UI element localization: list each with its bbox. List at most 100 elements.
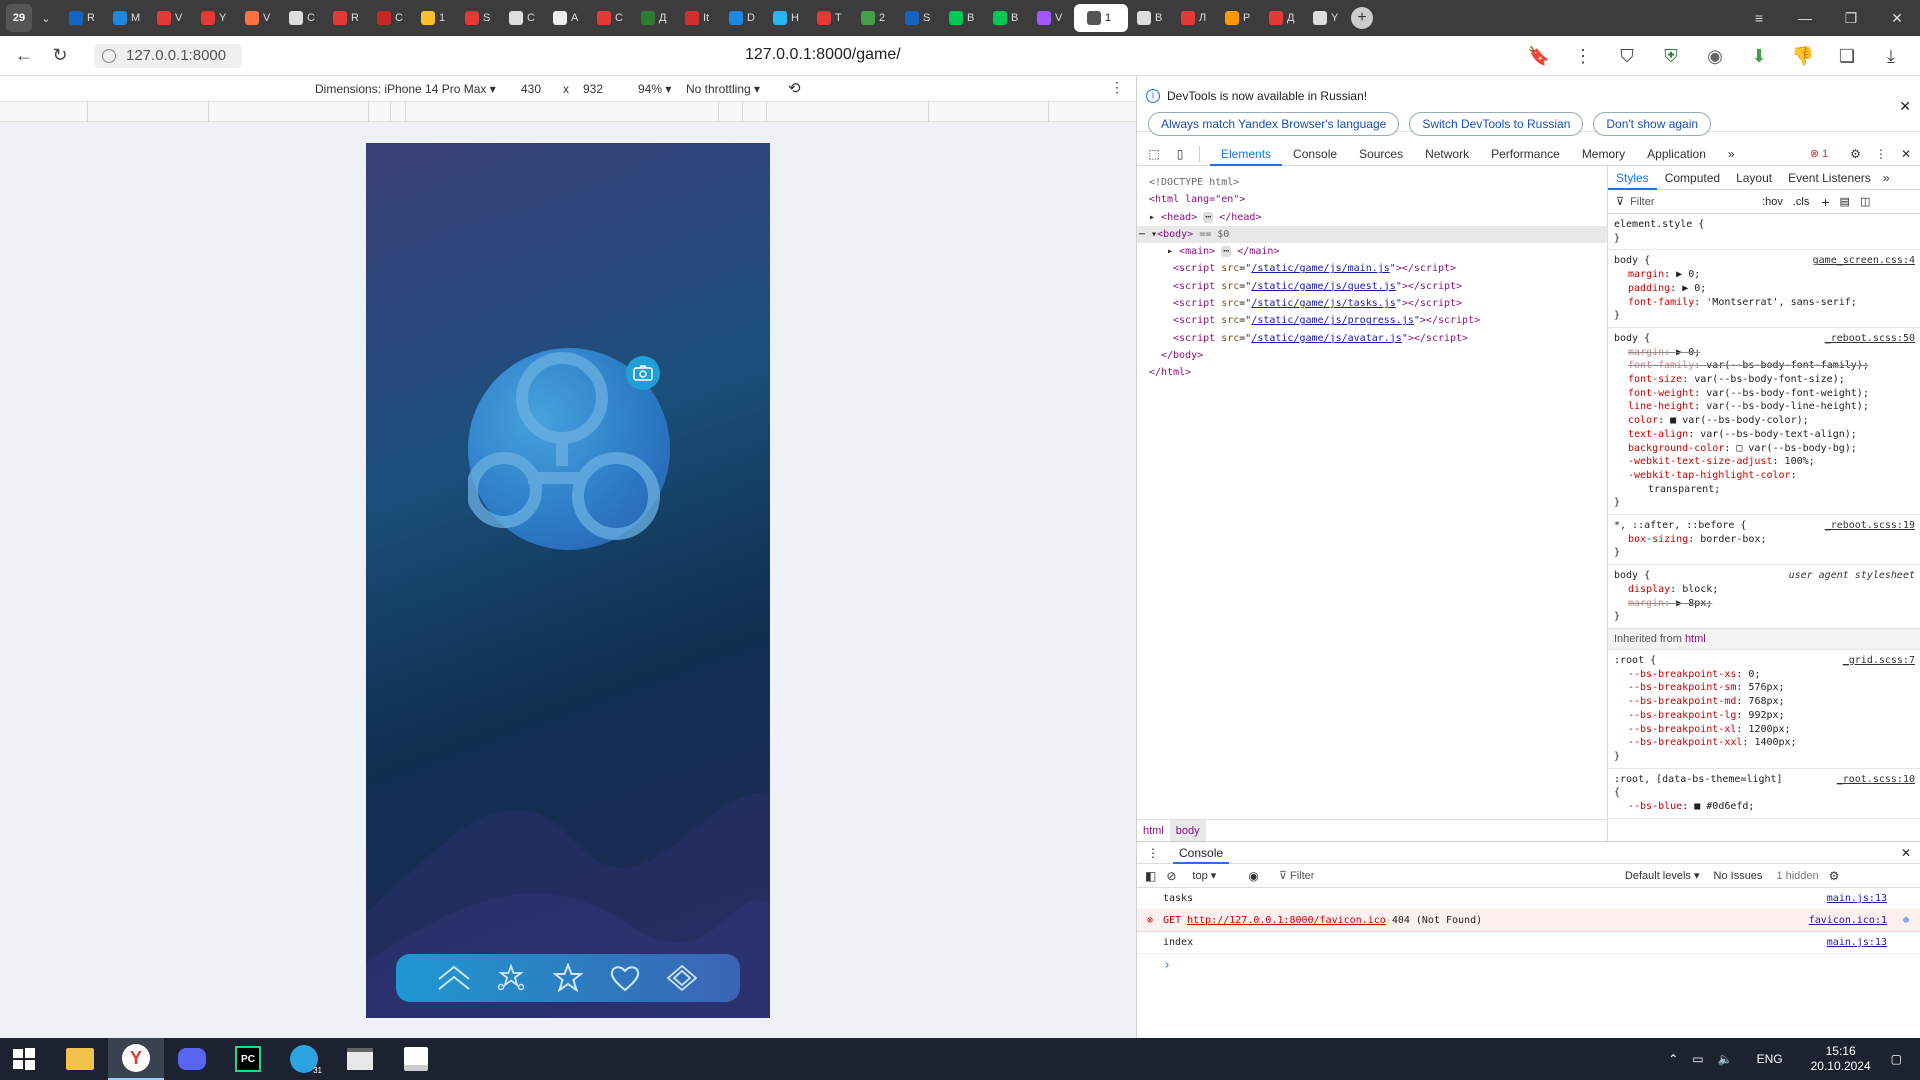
- notifications-icon[interactable]: ▢: [1891, 1052, 1902, 1066]
- script-src-link[interactable]: /static/game/js/progress.js: [1251, 315, 1414, 326]
- tab-event-listeners[interactable]: Event Listeners: [1780, 166, 1879, 190]
- protect-shield-icon[interactable]: ⛉: [1612, 41, 1642, 71]
- tab-sources[interactable]: Sources: [1348, 142, 1414, 166]
- browser-tab[interactable]: B: [942, 4, 984, 32]
- adguard-icon[interactable]: ⛨: [1656, 41, 1686, 71]
- inspect-element-icon[interactable]: ⬚: [1145, 147, 1163, 161]
- css-property[interactable]: --bs-blue: ■ #0d6efd;: [1614, 800, 1915, 814]
- browser-tab[interactable]: M: [106, 4, 148, 32]
- css-property[interactable]: --bs-breakpoint-md: 768px;: [1614, 695, 1915, 709]
- zoom-select[interactable]: 94% ▾: [638, 82, 671, 96]
- script-src-link[interactable]: /static/game/js/quest.js: [1251, 281, 1396, 292]
- tab-application[interactable]: Application: [1636, 142, 1717, 166]
- language-indicator[interactable]: ENG: [1757, 1052, 1783, 1066]
- browser-tab[interactable]: 1: [414, 4, 456, 32]
- tab-memory[interactable]: Memory: [1571, 142, 1636, 166]
- dom-body-node[interactable]: ⋯ ▾<body> == $0: [1137, 225, 1607, 244]
- nav-shop-button[interactable]: [662, 958, 702, 998]
- script-src-link[interactable]: /static/game/js/tasks.js: [1251, 298, 1396, 309]
- dom-head-node[interactable]: ▸ <head> ⋯ </head>: [1149, 209, 1607, 226]
- dom-script-node[interactable]: <script src="/static/game/js/tasks.js"><…: [1149, 295, 1607, 312]
- css-property[interactable]: --bs-breakpoint-xxl: 1400px;: [1614, 736, 1915, 750]
- tab-network[interactable]: Network: [1414, 142, 1480, 166]
- tab-performance[interactable]: Performance: [1480, 142, 1571, 166]
- browser-tab[interactable]: H: [766, 4, 808, 32]
- script-src-link[interactable]: /static/game/js/main.js: [1251, 263, 1389, 274]
- dom-html-close[interactable]: </html>: [1149, 364, 1607, 381]
- css-property[interactable]: -webkit-tap-highlight-color:: [1614, 469, 1915, 483]
- tab-console[interactable]: Console: [1282, 142, 1348, 166]
- browser-tab[interactable]: Y: [194, 4, 236, 32]
- error-badge[interactable]: ⊗ 1: [1810, 147, 1828, 160]
- always-match-language-button[interactable]: Always match Yandex Browser's language: [1148, 112, 1400, 136]
- css-property[interactable]: line-height: var(--bs-body-line-height);: [1614, 400, 1915, 414]
- css-property[interactable]: font-family: var(--bs-body-font-family);: [1614, 359, 1915, 373]
- css-property[interactable]: font-weight: var(--bs-body-font-weight);: [1614, 387, 1915, 401]
- browser-tab[interactable]: S: [898, 4, 940, 32]
- close-devtools-icon[interactable]: ✕: [1901, 147, 1911, 161]
- console-prompt[interactable]: ›: [1137, 954, 1920, 976]
- css-property[interactable]: box-sizing: border-box;: [1614, 533, 1915, 547]
- close-window-icon[interactable]: ✕: [1874, 0, 1920, 36]
- dislike-icon[interactable]: 👎: [1788, 41, 1818, 71]
- cls-toggle[interactable]: .cls: [1793, 196, 1810, 208]
- throttling-select[interactable]: No throttling ▾: [686, 82, 760, 96]
- css-property[interactable]: --bs-breakpoint-xs: 0;: [1614, 668, 1915, 682]
- vpn-icon[interactable]: ◉: [1700, 41, 1730, 71]
- css-property[interactable]: color: ■ var(--bs-body-color);: [1614, 414, 1915, 428]
- expand-triangle-icon[interactable]: ▸: [1149, 212, 1161, 223]
- browser-tab[interactable]: 2: [854, 4, 896, 32]
- downloads-icon[interactable]: ⤓: [1876, 41, 1906, 71]
- context-select[interactable]: top ▾: [1192, 869, 1238, 882]
- css-property[interactable]: font-family: 'Montserrat', sans-serif;: [1614, 296, 1915, 310]
- toggle-sidebar-icon[interactable]: ◫: [1860, 195, 1870, 208]
- css-property[interactable]: padding: ▶ 0;: [1614, 282, 1915, 296]
- settings-gear-icon[interactable]: ⚙: [1850, 147, 1861, 161]
- dimensions-select[interactable]: Dimensions: iPhone 14 Pro Max ▾: [315, 82, 496, 96]
- browser-tab[interactable]: V: [150, 4, 192, 32]
- browser-tab[interactable]: P: [1218, 4, 1260, 32]
- restore-icon[interactable]: ❐: [1828, 0, 1874, 36]
- rotate-icon[interactable]: ⟲: [788, 79, 801, 97]
- css-property[interactable]: display: block;: [1614, 583, 1915, 597]
- device-toggle-icon[interactable]: ▯: [1171, 147, 1189, 161]
- rule-universal[interactable]: *, ::after, ::before {_reboot.scss:19 box…: [1608, 515, 1920, 566]
- clear-console-icon[interactable]: ⊘: [1166, 869, 1176, 883]
- switch-to-russian-button[interactable]: Switch DevTools to Russian: [1409, 112, 1584, 136]
- tab-elements[interactable]: Elements: [1210, 142, 1283, 166]
- browser-menu-icon[interactable]: ≡: [1736, 0, 1782, 36]
- site-origin-chip[interactable]: 127.0.0.1:8000: [94, 44, 242, 68]
- drawer-menu-icon[interactable]: ⋮: [1147, 846, 1159, 860]
- browser-tab[interactable]: C: [502, 4, 544, 32]
- rule-root-grid[interactable]: :root {_grid.scss:7 --bs-breakpoint-xs: 0…: [1608, 650, 1920, 769]
- width-field[interactable]: 430: [521, 82, 541, 96]
- rule-element-style[interactable]: element.style {}: [1608, 214, 1920, 251]
- dom-body-close[interactable]: </body>: [1149, 347, 1607, 364]
- change-avatar-button[interactable]: [626, 356, 660, 390]
- browser-tab[interactable]: B: [986, 4, 1028, 32]
- discord-icon[interactable]: [164, 1038, 220, 1080]
- breadcrumb-body[interactable]: body: [1169, 819, 1206, 842]
- browser-tab[interactable]: Л: [1174, 4, 1216, 32]
- css-property[interactable]: margin: ▶ 0;: [1614, 268, 1915, 282]
- dom-script-node[interactable]: <script src="/static/game/js/avatar.js">…: [1149, 330, 1607, 347]
- browser-tab[interactable]: It: [678, 4, 720, 32]
- browser-tab[interactable]: D: [722, 4, 764, 32]
- device-more-icon[interactable]: ⋮: [1110, 79, 1124, 96]
- clock[interactable]: 15:16 20.10.2024: [1811, 1044, 1871, 1074]
- download-ext-icon[interactable]: ⬇: [1744, 41, 1774, 71]
- nav-health-button[interactable]: [605, 958, 645, 998]
- rule-body-reboot[interactable]: body {_reboot.scss:50 margin: ▶ 0; font-fa…: [1608, 328, 1920, 516]
- css-property[interactable]: font-size: var(--bs-body-font-size);: [1614, 373, 1915, 387]
- browser-tab[interactable]: V: [238, 4, 280, 32]
- rule-root-theme[interactable]: :root, [data-bs-theme=light]{_root.scss:…: [1608, 769, 1920, 819]
- live-expression-eye-icon[interactable]: ◉: [1248, 869, 1258, 883]
- console-filter-input[interactable]: ⊽ Filter: [1279, 869, 1619, 882]
- console-settings-gear-icon[interactable]: ⚙: [1829, 869, 1840, 883]
- css-property[interactable]: margin: ▶ 0;: [1614, 346, 1915, 360]
- reload-icon[interactable]: ↻: [44, 40, 76, 72]
- browser-tab[interactable]: R: [326, 4, 368, 32]
- browser-tab[interactable]: C: [590, 4, 632, 32]
- dom-script-node[interactable]: <script src="/static/game/js/main.js"></…: [1149, 260, 1607, 277]
- browser-tab[interactable]: Д: [634, 4, 676, 32]
